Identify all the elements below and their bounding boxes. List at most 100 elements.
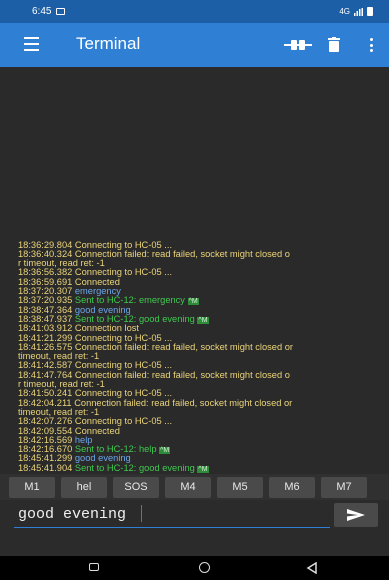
line-text: Sent to HC-12: good evening bbox=[74, 314, 195, 324]
line-timestamp: 18:37:20.307 bbox=[18, 287, 73, 297]
status-left: 6:45 bbox=[32, 6, 66, 17]
terminal-line: 18:36:40.324 Connection failed: read fai… bbox=[18, 250, 389, 259]
terminal-line: 18:42:04.211 Connection failed: read fai… bbox=[18, 399, 389, 408]
hamburger-icon[interactable] bbox=[24, 37, 39, 51]
terminal-line: 18:42:07.276 Connecting to HC-05 ... bbox=[18, 417, 389, 426]
line-timestamp: 18:42:04.211 bbox=[18, 398, 72, 408]
line-text: Connecting to HC-05 ... bbox=[74, 361, 173, 371]
terminal-line: 18:41:26.575 Connection failed: read fai… bbox=[18, 343, 389, 352]
line-text: Connection failed: read failed, socket m… bbox=[74, 249, 290, 259]
line-text: Connecting to HC-05 ... bbox=[74, 389, 173, 399]
line-timestamp: 18:36:56.382 bbox=[18, 268, 73, 278]
line-text: Sent to HC-12: good evening bbox=[74, 463, 195, 473]
line-timestamp: 18:42:09.554 bbox=[18, 426, 73, 436]
line-text: Connected bbox=[74, 277, 120, 287]
line-text: Sent to HC-12: emergency bbox=[74, 296, 185, 306]
send-arrow-icon bbox=[347, 509, 365, 521]
battery-icon bbox=[367, 7, 373, 16]
line-end-marker: ^M bbox=[159, 447, 171, 455]
terminal-line: 18:41:47.764 Connection failed: read fai… bbox=[18, 371, 389, 380]
line-text: Connection lost bbox=[74, 324, 139, 334]
terminal-output[interactable]: 18:36:29.804 Connecting to HC-05 ... 18:3… bbox=[0, 67, 389, 474]
line-text: timeout, read ret: -1 bbox=[18, 352, 100, 362]
terminal-line: 18:36:59.691 Connected bbox=[18, 278, 389, 287]
line-timestamp: 18:36:59.691 bbox=[18, 277, 73, 287]
line-timestamp: 18:38:47.364 bbox=[18, 305, 73, 315]
send-button[interactable] bbox=[334, 503, 378, 527]
terminal-line: r timeout, read ret: -1 bbox=[18, 259, 389, 268]
line-text: Connection failed: read failed, socket m… bbox=[74, 398, 293, 408]
line-timestamp: 18:45:41.904 bbox=[18, 463, 73, 473]
send-text-input[interactable] bbox=[14, 502, 314, 526]
line-timestamp: 18:42:16.670 bbox=[18, 445, 73, 455]
signal-icon bbox=[354, 7, 363, 16]
terminal-line: timeout, read ret: -1 bbox=[18, 352, 389, 361]
recent-apps-icon[interactable] bbox=[89, 563, 99, 571]
line-end-marker: ^M bbox=[197, 465, 209, 473]
line-text: r timeout, read ret: -1 bbox=[18, 380, 105, 390]
line-timestamp: 18:38:47.937 bbox=[18, 314, 73, 324]
line-text: Connecting to HC-05 ... bbox=[74, 333, 173, 343]
network-type: 4G bbox=[339, 7, 350, 16]
line-timestamp: 18:41:50.241 bbox=[18, 389, 73, 399]
page-title: Terminal bbox=[76, 34, 141, 53]
line-end-marker: ^M bbox=[187, 298, 199, 306]
line-timestamp: 18:41:26.575 bbox=[18, 342, 73, 352]
macro-button[interactable]: hel bbox=[61, 476, 107, 498]
macro-button[interactable]: M6 bbox=[269, 476, 315, 498]
app-bar: Terminal bbox=[0, 23, 389, 67]
home-icon[interactable] bbox=[199, 562, 210, 573]
line-text: Sent to HC-12: help bbox=[74, 445, 157, 455]
line-timestamp: 18:37:20.935 bbox=[18, 296, 73, 306]
status-right: 4G bbox=[339, 7, 373, 16]
line-timestamp: 18:45:41.299 bbox=[18, 454, 73, 464]
terminal-line: 18:37:20.307 emergency bbox=[18, 287, 389, 296]
terminal-line: 18:38:47.364 good evening bbox=[18, 306, 389, 315]
macro-button[interactable]: M4 bbox=[165, 476, 211, 498]
macro-bar: M1 hel SOS M4 M5 M6 M7 bbox=[0, 474, 389, 500]
line-text: timeout, read ret: -1 bbox=[18, 407, 100, 417]
line-timestamp: 18:42:16.569 bbox=[18, 435, 73, 445]
terminal-line: 18:45:41.904 Sent to HC-12: good evening… bbox=[18, 464, 389, 473]
line-text: Connected bbox=[74, 426, 120, 436]
more-vertical-icon[interactable] bbox=[369, 38, 373, 52]
navigation-bar bbox=[0, 556, 389, 580]
line-text: Connection failed: read failed, socket m… bbox=[74, 370, 290, 380]
input-row bbox=[0, 500, 389, 556]
terminal-line: 18:41:03.912 Connection lost bbox=[18, 324, 389, 333]
terminal-line: 18:42:16.670 Sent to HC-12: help ^M bbox=[18, 445, 389, 455]
macro-button[interactable]: M7 bbox=[321, 476, 367, 498]
line-text: r timeout, read ret: -1 bbox=[18, 259, 105, 269]
line-timestamp: 18:41:03.912 bbox=[18, 324, 73, 334]
text-caret bbox=[141, 505, 142, 522]
terminal-line: 18:41:50.241 Connecting to HC-05 ... bbox=[18, 389, 389, 398]
line-timestamp: 18:41:47.764 bbox=[18, 370, 73, 380]
input-underline bbox=[14, 527, 330, 528]
line-text: Connecting to HC-05 ... bbox=[74, 268, 173, 278]
line-text: good evening bbox=[74, 454, 131, 464]
line-text: good evening bbox=[74, 305, 131, 315]
line-text: Connecting to HC-05 ... bbox=[74, 417, 173, 427]
macro-button[interactable]: M1 bbox=[9, 476, 55, 498]
status-bar: 6:45 4G bbox=[0, 0, 389, 23]
terminal-line: 18:38:47.937 Sent to HC-12: good evening… bbox=[18, 315, 389, 324]
terminal-line: timeout, read ret: -1 bbox=[18, 408, 389, 417]
line-end-marker: ^M bbox=[197, 316, 209, 324]
gallery-notification-icon bbox=[56, 8, 66, 15]
terminal-line: 18:36:29.804 Connecting to HC-05 ... bbox=[18, 241, 389, 250]
status-time: 6:45 bbox=[32, 6, 52, 17]
line-text: Connection failed: read failed, socket m… bbox=[74, 342, 293, 352]
line-timestamp: 18:36:40.324 bbox=[18, 249, 73, 259]
macro-button[interactable]: SOS bbox=[113, 476, 159, 498]
line-timestamp: 18:42:07.276 bbox=[18, 417, 73, 427]
terminal-line: r timeout, read ret: -1 bbox=[18, 380, 389, 389]
trash-icon[interactable] bbox=[328, 37, 340, 52]
terminal-line: 18:37:20.935 Sent to HC-12: emergency ^M bbox=[18, 296, 389, 306]
terminal-log: 18:36:29.804 Connecting to HC-05 ... 18:3… bbox=[18, 241, 389, 473]
connect-plug-icon[interactable] bbox=[284, 35, 312, 55]
terminal-line: 18:41:42.587 Connecting to HC-05 ... bbox=[18, 361, 389, 370]
back-icon[interactable] bbox=[306, 562, 318, 574]
line-timestamp: 18:36:29.804 bbox=[18, 240, 73, 250]
macro-button[interactable]: M5 bbox=[217, 476, 263, 498]
terminal-line: 18:42:16.569 help bbox=[18, 436, 389, 445]
